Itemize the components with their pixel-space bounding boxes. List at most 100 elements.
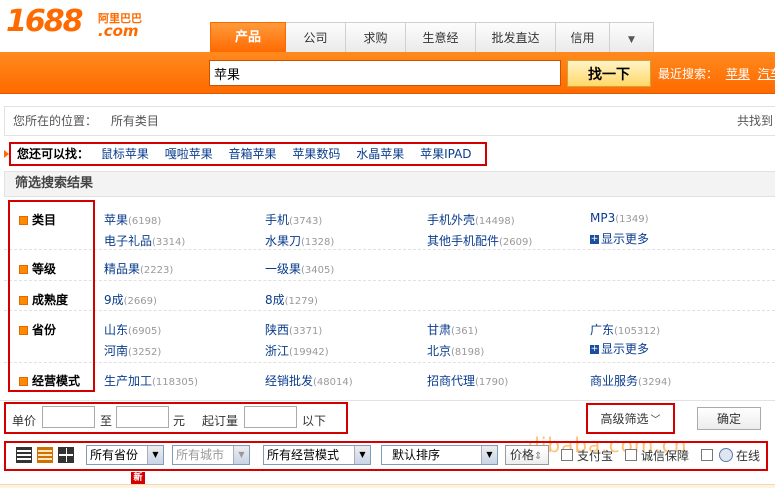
yuan-label: 元 xyxy=(173,414,186,428)
recent-search-link[interactable]: 汽车 xyxy=(758,67,775,81)
option-count: (2669) xyxy=(123,296,157,307)
tab-buying[interactable]: 求购 xyxy=(346,22,406,52)
unit-price-label: 单价 xyxy=(12,414,37,428)
option-name: 水果刀 xyxy=(265,234,302,248)
filter-option[interactable]: 水果刀(1328) xyxy=(265,232,334,249)
related-search-link[interactable]: 苹果数码 xyxy=(292,147,340,161)
option-count: (19942) xyxy=(289,347,329,358)
breadcrumb-current[interactable]: 所有类目 xyxy=(111,114,159,128)
option-name: 经销批发 xyxy=(265,374,314,388)
online-checkbox[interactable] xyxy=(701,449,713,461)
option-count: (3743) xyxy=(289,216,323,227)
chevron-down-icon: ▼ xyxy=(628,35,635,45)
sort-order-value: 默认排序 xyxy=(392,448,441,462)
filter-row-ripeness: 成熟度 9成(2669) 8成(1279) xyxy=(4,282,775,311)
option-count: (6905) xyxy=(128,326,162,337)
tab-credit[interactable]: 信用 xyxy=(556,22,610,52)
filter-option[interactable]: 生产加工(118305) xyxy=(104,372,198,389)
option-count: (14498) xyxy=(475,216,515,227)
option-count: (1279) xyxy=(284,296,318,307)
filter-option[interactable]: 招商代理(1790) xyxy=(427,372,508,389)
trust-guarantee-checkbox[interactable] xyxy=(625,449,637,461)
filter-option[interactable]: 9成(2669) xyxy=(104,291,157,308)
option-name: 一级果 xyxy=(265,262,302,276)
show-more-link[interactable]: + 显示更多 xyxy=(590,230,649,247)
filter-option[interactable]: 经销批发(48014) xyxy=(265,372,353,389)
logo-domain: .com xyxy=(98,22,139,40)
search-button[interactable]: 找一下 xyxy=(567,60,651,87)
filter-option[interactable]: 手机(3743) xyxy=(265,211,322,228)
filter-option[interactable]: 山东(6905) xyxy=(104,321,161,338)
site-header: 1688 阿里巴巴 .com 产品 公司 求购 生意经 批发直达 信用 ▼ 找一… xyxy=(0,0,775,94)
filter-option[interactable]: 苹果(6198) xyxy=(104,211,161,228)
advanced-filter-button[interactable]: 高级筛选 ﹀ xyxy=(590,407,671,430)
province-select[interactable]: 所有省份 ▼ xyxy=(86,445,164,465)
related-searches-label: 您还可以找： xyxy=(17,147,90,161)
option-count: (2609) xyxy=(499,237,533,248)
search-input[interactable] xyxy=(209,60,561,86)
result-total: 共找到 xyxy=(736,114,773,128)
tab-companies[interactable]: 公司 xyxy=(286,22,346,52)
confirm-button[interactable]: 确定 xyxy=(697,407,761,430)
option-name: 9成 xyxy=(104,293,124,307)
tab-business-talk[interactable]: 生意经 xyxy=(406,22,476,52)
option-name: 8成 xyxy=(265,293,285,307)
filter-option[interactable]: 一级果(3405) xyxy=(265,260,334,277)
recent-search-link[interactable]: 苹果 xyxy=(726,67,750,81)
filter-option[interactable]: 广东(105312) xyxy=(590,321,660,338)
related-search-link[interactable]: 音箱苹果 xyxy=(229,147,277,161)
option-count: (105312) xyxy=(614,326,660,337)
tab-wholesale[interactable]: 批发直达 xyxy=(476,22,556,52)
show-more-link[interactable]: + 显示更多 xyxy=(590,340,649,357)
chevron-down-icon: ▼ xyxy=(147,446,163,464)
filter-option[interactable]: 其他手机配件(2609) xyxy=(427,232,532,249)
list-view-icon[interactable] xyxy=(16,447,32,463)
filter-option[interactable]: 陕西(3371) xyxy=(265,321,322,338)
tab-products[interactable]: 产品 xyxy=(210,22,286,52)
filter-option[interactable]: 精品果(2223) xyxy=(104,260,173,277)
option-count: (3294) xyxy=(638,377,672,388)
related-search-link[interactable]: 水晶苹果 xyxy=(356,147,404,161)
price-sort-label: 价格 xyxy=(510,448,535,462)
option-name: 甘肃 xyxy=(427,323,452,337)
tab-more-dropdown[interactable]: ▼ xyxy=(610,22,654,52)
filter-option[interactable]: 8成(1279) xyxy=(265,291,318,308)
filter-option[interactable]: 电子礼品(3314) xyxy=(104,232,185,249)
price-sort-button[interactable]: 价格⇕ xyxy=(505,445,549,465)
option-name: MP3 xyxy=(590,211,616,225)
option-count: (3252) xyxy=(128,347,162,358)
price-max-input[interactable] xyxy=(116,406,169,428)
related-search-link[interactable]: 嘎啦苹果 xyxy=(165,147,213,161)
filter-option[interactable]: 北京(8198) xyxy=(427,342,484,359)
moq-label: 起订量 xyxy=(202,414,239,428)
below-label: 以下 xyxy=(302,414,327,428)
site-logo[interactable]: 1688 阿里巴巴 .com xyxy=(6,4,156,44)
price-min-input[interactable] xyxy=(42,406,95,428)
option-count: (1328) xyxy=(301,237,335,248)
option-name: 北京 xyxy=(427,344,452,358)
business-mode-select[interactable]: 所有经营模式 ▼ xyxy=(263,445,371,465)
option-count: (3314) xyxy=(152,237,186,248)
breadcrumb: 您所在的位置： 所有类目 共找到 xyxy=(4,106,775,136)
alipay-checkbox[interactable] xyxy=(561,449,573,461)
chevron-down-icon: ▼ xyxy=(481,446,497,464)
filter-option[interactable]: 甘肃(361) xyxy=(427,321,478,338)
grid-view-icon[interactable] xyxy=(58,447,74,463)
filter-option[interactable]: 商业服务(3294) xyxy=(590,372,671,389)
filter-option[interactable]: 手机外壳(14498) xyxy=(427,211,515,228)
related-search-link[interactable]: 苹果IPAD xyxy=(420,147,471,161)
sort-order-select[interactable]: 默认排序 ▼ xyxy=(381,445,498,465)
option-count: (361) xyxy=(451,326,478,337)
detail-view-icon[interactable] xyxy=(37,447,53,463)
option-count: (3405) xyxy=(301,265,335,276)
option-name: 手机外壳 xyxy=(427,213,476,227)
filter-option[interactable]: 河南(3252) xyxy=(104,342,161,359)
filter-panel-title: 筛选搜索结果 xyxy=(4,171,775,197)
recent-searches: 最近搜索： 苹果 汽车 xyxy=(658,65,775,82)
moq-input[interactable] xyxy=(244,406,297,428)
option-name: 河南 xyxy=(104,344,129,358)
related-search-link[interactable]: 鼠标苹果 xyxy=(101,147,149,161)
filter-option[interactable]: MP3(1349) xyxy=(590,211,649,225)
city-select[interactable]: 所有城市 ▼ xyxy=(172,445,250,465)
filter-option[interactable]: 浙江(19942) xyxy=(265,342,329,359)
